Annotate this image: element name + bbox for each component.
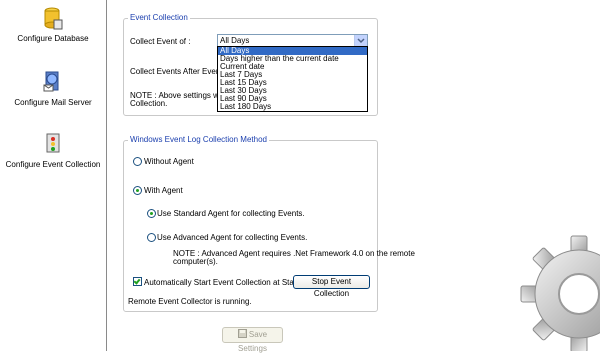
event-collection-legend: Event Collection (128, 13, 190, 22)
dropdown-option[interactable]: Last 180 Days (218, 103, 367, 111)
event-collection-note-line2: Collection. (130, 99, 168, 108)
standard-agent-radio[interactable] (147, 209, 156, 218)
event-collection-icon (46, 133, 60, 153)
auto-start-label: Automatically Start Event Collection at … (144, 278, 308, 287)
sidebar-item-label: Configure Mail Server (14, 98, 92, 107)
advanced-agent-note-line2: computer(s). (173, 257, 218, 266)
advanced-agent-label: Use Advanced Agent for collecting Events… (157, 233, 308, 242)
gear-icon (520, 235, 600, 351)
sidebar: Configure Database Configure Mail Server… (0, 0, 107, 351)
save-icon (237, 329, 247, 338)
mail-server-icon (43, 71, 59, 92)
collect-event-of-label: Collect Event of : (130, 37, 191, 46)
save-settings-button[interactable]: Save Settings (222, 327, 283, 353)
advanced-agent-radio[interactable] (147, 233, 156, 242)
collector-status-text: Remote Event Collector is running. (128, 297, 252, 306)
collect-event-selected-value: All Days (220, 36, 250, 45)
sidebar-item-configure-mail-server[interactable]: Configure Mail Server (0, 70, 106, 107)
windows-log-legend: Windows Event Log Collection Method (128, 135, 269, 144)
database-icon (44, 7, 63, 30)
sidebar-item-label: Configure Database (17, 34, 89, 43)
standard-agent-label: Use Standard Agent for collecting Events… (157, 209, 305, 218)
sidebar-item-configure-database[interactable]: Configure Database (0, 6, 106, 43)
auto-start-checkbox[interactable] (133, 277, 142, 286)
stop-event-collection-button[interactable]: Stop Event Collection (293, 275, 370, 298)
sidebar-item-configure-event-collection[interactable]: Configure Event Collection (0, 132, 106, 169)
collect-after-every-label: Collect Events After Every : (130, 67, 227, 76)
collect-event-dropdown-list: All Days Days higher than the current da… (217, 46, 368, 112)
sidebar-item-label: Configure Event Collection (5, 160, 101, 169)
without-agent-radio[interactable] (133, 157, 142, 166)
without-agent-label: Without Agent (144, 157, 194, 166)
chevron-down-icon[interactable] (354, 35, 367, 46)
with-agent-radio[interactable] (133, 186, 142, 195)
with-agent-label: With Agent (144, 186, 183, 195)
